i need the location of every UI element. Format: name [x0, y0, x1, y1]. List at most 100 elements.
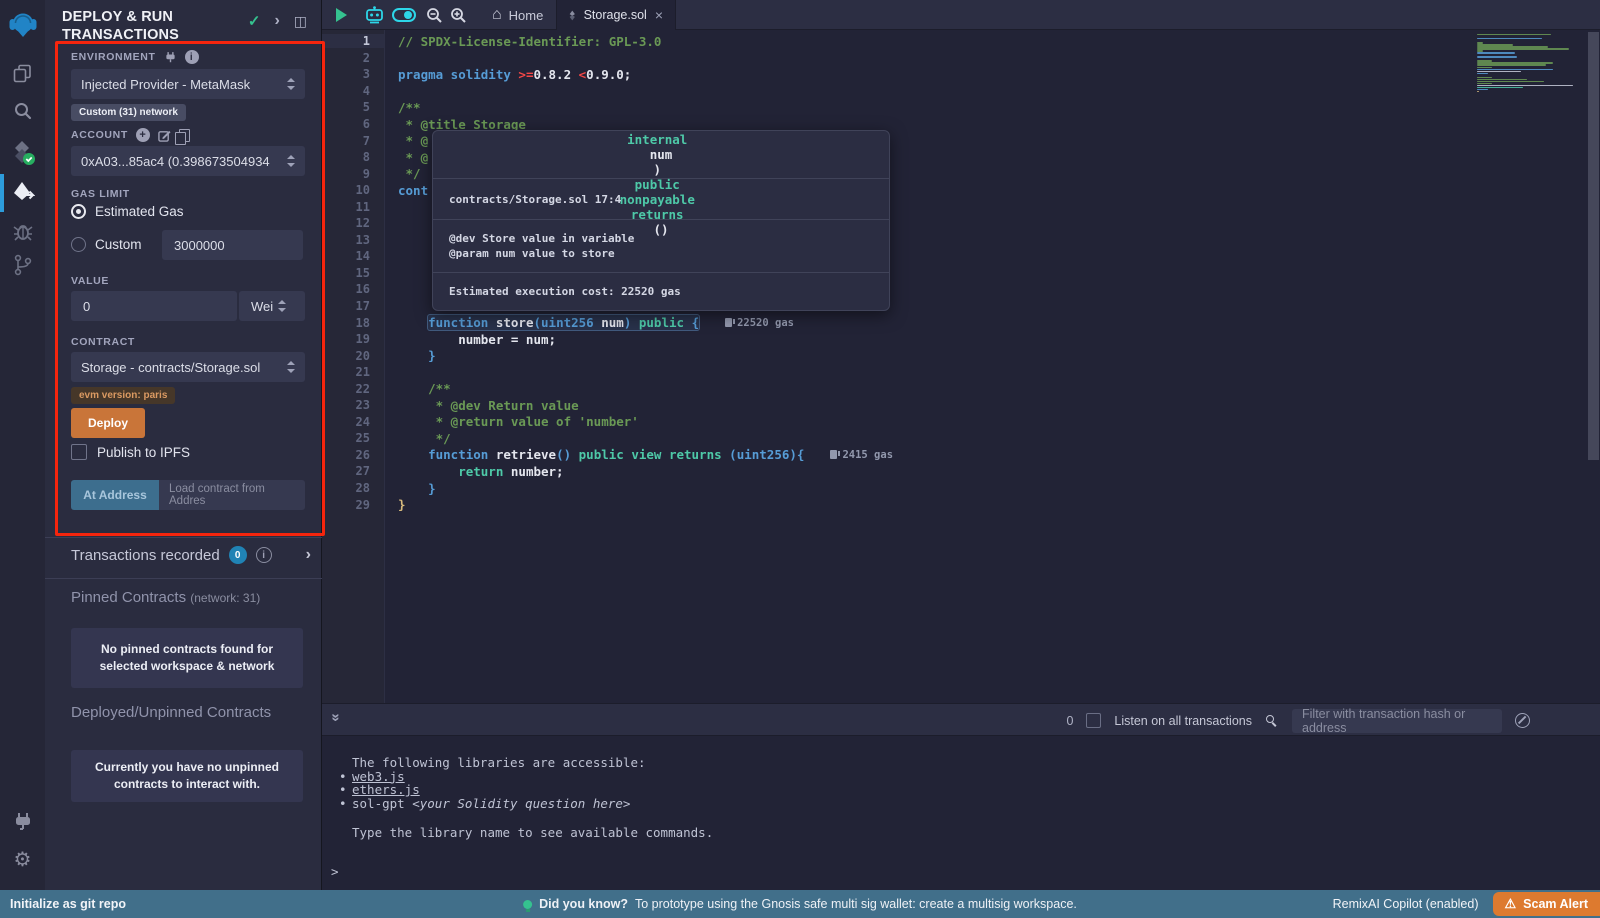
editor-tabbar: ⌂ Home Storage.sol × — [322, 0, 1600, 30]
copy-address-icon[interactable] — [179, 129, 190, 142]
toggle-on-icon — [392, 8, 416, 22]
transactions-expand-icon[interactable]: › — [306, 546, 311, 564]
at-address-input[interactable]: Load contract from Addres — [159, 480, 305, 510]
plugin-manager-icon[interactable] — [0, 805, 45, 839]
zoom-out-icon — [426, 7, 443, 24]
code-line: 25 */ — [322, 430, 1600, 447]
compile-success-icon: ✓ — [248, 12, 261, 30]
network-badge: Custom (31) network — [71, 104, 186, 121]
home-icon: ⌂ — [492, 8, 502, 22]
editor-scrollbar[interactable] — [1588, 32, 1599, 460]
run-script-button[interactable] — [336, 0, 347, 30]
close-tab-icon[interactable]: × — [655, 7, 663, 23]
at-address-button[interactable]: At Address — [71, 480, 159, 510]
search-icon[interactable] — [0, 94, 45, 128]
play-icon — [336, 8, 347, 22]
clear-terminal-icon[interactable] — [1515, 713, 1530, 728]
zoom-out-button[interactable] — [426, 0, 443, 30]
file-explorer-icon[interactable] — [0, 56, 45, 90]
contract-select[interactable]: Storage - contracts/Storage.sol — [71, 352, 305, 382]
custom-gas-option[interactable]: Custom — [71, 237, 142, 252]
terminal-header: » 0 Listen on all transactions Filter wi… — [322, 703, 1600, 736]
pinned-empty-message: No pinned contracts found forselected wo… — [71, 628, 303, 688]
terminal-intro-line: The following libraries are accessible: — [352, 756, 646, 770]
terminal-library-item: •sol-gpt <your Solidity question here> — [352, 797, 646, 811]
warning-icon: ⚠ — [1505, 896, 1517, 912]
divider — [45, 578, 322, 579]
listen-all-checkbox[interactable] — [1086, 713, 1101, 728]
create-account-icon[interactable] — [136, 128, 150, 142]
estimated-gas-option[interactable]: Estimated Gas — [71, 204, 184, 219]
code-line: 23 * @dev Return value — [322, 397, 1600, 414]
tab-storage-sol[interactable]: Storage.sol × — [556, 0, 676, 30]
plug-icon — [164, 51, 177, 64]
terminal[interactable]: The following libraries are accessible: … — [322, 736, 1600, 890]
code-line: 24 * @return value of 'number' — [322, 414, 1600, 431]
code-line: 29} — [322, 496, 1600, 513]
account-select[interactable]: 0xA03...85ac4 (0.398673504934 — [71, 146, 305, 176]
environment-label: ENVIRONMENT — [71, 50, 199, 64]
pending-tx-count: 0 — [1066, 714, 1073, 728]
custom-gas-radio[interactable] — [71, 237, 86, 252]
remix-logo-icon[interactable] — [0, 8, 45, 42]
environment-info-icon[interactable] — [185, 50, 199, 64]
contract-label: CONTRACT — [71, 336, 135, 348]
deploy-button[interactable]: Deploy — [71, 408, 145, 438]
code-line: 1// SPDX-License-Identifier: GPL-3.0 — [322, 33, 1600, 50]
publish-ipfs-option[interactable]: Publish to IPFS — [71, 444, 190, 460]
gas-limit-label: GAS LIMIT — [71, 188, 130, 200]
transactions-info-icon[interactable] — [256, 547, 272, 563]
evm-version-badge: evm version: paris — [71, 387, 175, 404]
terminal-library-item[interactable]: •ethers.js — [352, 783, 646, 797]
remix-ide-window: ⚙ DEPLOY & RUN TRANSACTIONS ✓ › ◫ ENVIRO… — [0, 0, 1600, 918]
copilot-status[interactable]: RemixAI Copilot (enabled) — [1333, 897, 1479, 911]
expand-panel-icon[interactable]: › — [274, 15, 279, 27]
code-line: 28 } — [322, 480, 1600, 497]
copilot-toggle[interactable] — [392, 0, 416, 30]
gas-estimate-annotation: 2415 gas — [830, 449, 893, 461]
terminal-library-item[interactable]: •web3.js — [352, 770, 646, 784]
deployed-contracts-title: Deployed/Unpinned Contracts — [71, 704, 271, 721]
tab-home[interactable]: ⌂ Home — [492, 0, 543, 30]
fuel-icon — [725, 318, 732, 327]
pin-panel-icon[interactable]: ◫ — [294, 13, 307, 30]
solidity-compiler-icon[interactable] — [0, 136, 45, 170]
status-bar: Initialize as git repo Did you know? To … — [0, 890, 1600, 918]
code-line: 20 } — [322, 347, 1600, 364]
deploy-run-icon[interactable] — [0, 176, 45, 210]
transactions-count-badge: 0 — [229, 546, 247, 564]
robot-icon — [364, 6, 385, 25]
editor-minimap[interactable] — [1477, 34, 1577, 93]
deployed-empty-message: Currently you have no unpinnedcontracts … — [71, 750, 303, 802]
panel-title: DEPLOY & RUN TRANSACTIONS — [62, 8, 232, 44]
terminal-filter-input[interactable]: Filter with transaction hash or address — [1292, 709, 1502, 733]
deploy-run-panel: DEPLOY & RUN TRANSACTIONS ✓ › ◫ ENVIRONM… — [45, 0, 322, 890]
estimated-gas-radio[interactable] — [71, 204, 86, 219]
custom-gas-input[interactable]: 3000000 — [162, 230, 303, 260]
value-label: VALUE — [71, 275, 109, 287]
terminal-prompt[interactable]: > — [331, 864, 339, 879]
scam-alert-badge[interactable]: ⚠ Scam Alert — [1493, 892, 1600, 916]
transactions-recorded-row[interactable]: Transactions recorded 0 › — [71, 546, 311, 564]
pinned-contracts-title: Pinned Contracts (network: 31) — [71, 589, 260, 606]
code-line: 2 — [322, 50, 1600, 67]
settings-gear-icon[interactable]: ⚙ — [0, 843, 45, 877]
solidity-file-icon — [569, 8, 576, 23]
code-line: 3pragma solidity >=0.8.2 <0.9.0; — [322, 66, 1600, 83]
tooltip-signature: function store (uint256 internal num) pu… — [433, 131, 889, 178]
sign-message-icon[interactable] — [158, 129, 171, 142]
git-init-button[interactable]: Initialize as git repo — [10, 897, 126, 911]
value-unit-select[interactable]: Wei — [239, 291, 305, 321]
collapse-terminal-icon[interactable]: » — [328, 713, 345, 721]
code-line: 21 — [322, 364, 1600, 381]
lightbulb-icon — [523, 900, 532, 909]
ai-copilot-button[interactable] — [364, 0, 385, 30]
listen-all-label: Listen on all transactions — [1114, 714, 1252, 728]
account-label: ACCOUNT — [71, 128, 190, 142]
publish-ipfs-checkbox[interactable] — [71, 444, 87, 460]
value-input[interactable]: 0 — [71, 291, 237, 321]
debugger-icon[interactable] — [0, 214, 45, 248]
git-icon[interactable] — [0, 248, 45, 282]
environment-select[interactable]: Injected Provider - MetaMask — [71, 69, 305, 99]
zoom-in-button[interactable] — [450, 0, 467, 30]
